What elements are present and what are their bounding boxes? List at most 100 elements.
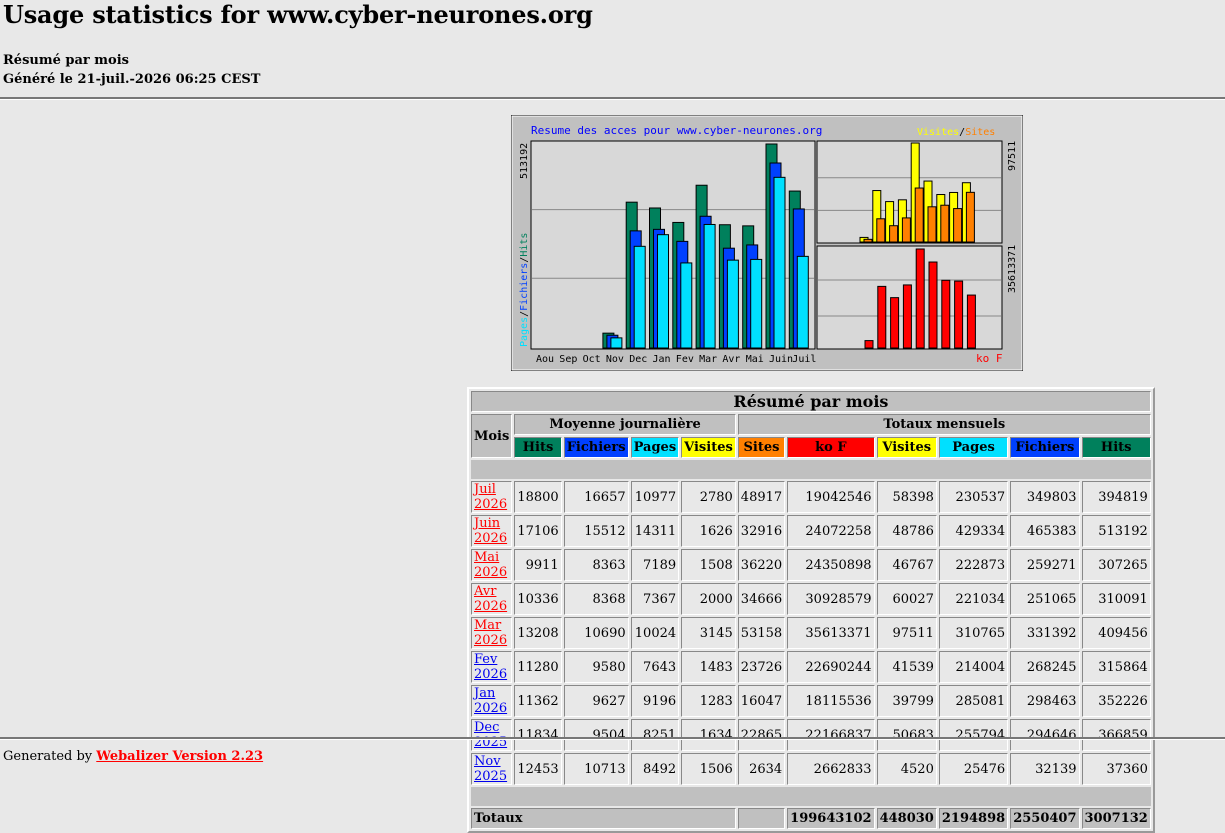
cell-fich: 268245 — [1010, 651, 1080, 683]
cell-d-vis: 1506 — [681, 753, 736, 785]
bar-kof-mar — [915, 248, 925, 349]
monthly-col-ko-f: ko F — [787, 437, 875, 458]
cell-d-pages: 14311 — [630, 515, 680, 547]
chart-svg: Resume des acces pour www.cyber-neurones… — [511, 115, 1023, 371]
month-link[interactable]: Dec 2025 — [474, 720, 507, 750]
monthly-col-fichiers: Fichiers — [1010, 437, 1080, 458]
bar-kof-mai — [941, 279, 951, 349]
table-body: Juil 2026 18800 16657 10977 2780 48917 1904254… — [471, 460, 1151, 806]
monthly-col-visites: Visites — [876, 437, 937, 458]
cell-d-vis: 2000 — [681, 583, 736, 615]
bar-kof-fev — [902, 284, 912, 349]
summary-table-container: Résumé par mois Mois Moyenne journalière… — [467, 387, 1155, 833]
monthly-summary-table: Résumé par mois Mois Moyenne journalière… — [467, 387, 1155, 833]
col-header-daily: Moyenne journalière — [514, 414, 736, 435]
bar-pages-dec — [633, 245, 646, 349]
bar-kof-dec — [877, 285, 887, 349]
x-label-oct: Oct — [583, 354, 601, 365]
cell-ko: 22166837 — [787, 719, 875, 751]
bar-pages-jan — [657, 234, 669, 349]
cell-d-hits: 11280 — [514, 651, 562, 683]
footer-prefix: Generated by — [3, 749, 97, 764]
cell-hits: 513192 — [1081, 515, 1151, 547]
bar-sites-jan — [889, 225, 899, 243]
month-link[interactable]: Mar 2026 — [474, 618, 507, 648]
table-row: Juin 2026 17106 15512 14311 1626 32916 2407225… — [471, 515, 1151, 547]
webalizer-link[interactable]: Webalizer Version 2.23 — [96, 749, 263, 764]
cell-d-vis: 1634 — [681, 719, 736, 751]
max-kof-label: 35613371 — [1007, 245, 1018, 293]
cell-ko: 30928579 — [787, 583, 875, 615]
row-spacer — [471, 460, 1151, 479]
bar-pages-juin — [773, 176, 786, 349]
page-subtitle: Résumé par mois — [3, 53, 129, 68]
bar-sites-juil — [965, 191, 975, 243]
cell-d-hits: 11362 — [514, 685, 562, 717]
cell-d-fich: 9580 — [563, 651, 629, 683]
cell-sites: 36220 — [737, 549, 786, 581]
sub-header-row: Hits Fichiers Pages Visites Sites ko F Visites… — [471, 437, 1151, 458]
cell-ko: 24350898 — [787, 549, 875, 581]
cell-hits: 310091 — [1081, 583, 1151, 615]
monthly-usage-chart: Resume des acces pour www.cyber-neurones… — [511, 115, 1023, 371]
cell-fich: 331392 — [1010, 617, 1080, 649]
daily-col-fichiers: Fichiers — [563, 437, 629, 458]
cell-d-pages: 7367 — [630, 583, 680, 615]
cell-hits: 409456 — [1081, 617, 1151, 649]
left-legend-text: Pages/Fichiers/Hits — [519, 233, 530, 347]
bar-kof-avr — [928, 261, 938, 349]
cell-fich: 298463 — [1010, 685, 1080, 717]
cell-fich: 251065 — [1010, 583, 1080, 615]
generated-date: Généré le 21-juil.-2026 06:25 CEST — [3, 72, 261, 87]
cell-sites: 53158 — [737, 617, 786, 649]
x-label-dec: Dec — [629, 354, 647, 365]
totals-hits: 3007132 — [1081, 808, 1151, 829]
page-title: Usage statistics for www.cyber-neurones.… — [3, 0, 593, 29]
cell-fich: 465383 — [1010, 515, 1080, 547]
cell-d-vis: 2780 — [681, 481, 736, 513]
row-spacer — [471, 787, 1151, 806]
month-link[interactable]: Jan 2026 — [474, 686, 507, 716]
cell-vis: 4520 — [876, 753, 937, 785]
kof-legend: ko F — [976, 352, 1003, 365]
cell-ko: 24072258 — [787, 515, 875, 547]
cell-hits: 37360 — [1081, 753, 1151, 785]
cell-hits: 366859 — [1081, 719, 1151, 751]
cell-d-fich: 10713 — [563, 753, 629, 785]
totals-files: 2550407 — [1010, 808, 1080, 829]
cell-d-vis: 1283 — [681, 685, 736, 717]
month-link[interactable]: Juin 2026 — [474, 516, 507, 546]
col-header-monthly: Totaux mensuels — [737, 414, 1151, 435]
table-row: Dec 2025 11834 9504 8251 1634 22865 22166837 50… — [471, 719, 1151, 751]
cell-vis: 97511 — [876, 617, 937, 649]
bar-kof-nov — [864, 340, 874, 349]
bar-kof-jan — [890, 297, 900, 349]
month-cell: Mar 2026 — [471, 617, 513, 649]
cell-d-fich: 9627 — [563, 685, 629, 717]
bar-sites-avr — [927, 206, 937, 243]
month-link[interactable]: Nov 2025 — [474, 754, 507, 784]
cell-pages: 310765 — [938, 617, 1009, 649]
monthly-col-pages: Pages — [938, 437, 1009, 458]
month-link[interactable]: Fev 2026 — [474, 652, 507, 682]
chart-title: Resume des acces pour www.cyber-neurones… — [531, 124, 822, 137]
cell-hits: 315864 — [1081, 651, 1151, 683]
cell-sites: 48917 — [737, 481, 786, 513]
cell-pages: 429334 — [938, 515, 1009, 547]
cell-d-hits: 13208 — [514, 617, 562, 649]
month-link[interactable]: Mai 2026 — [474, 550, 507, 580]
cell-fich: 349803 — [1010, 481, 1080, 513]
month-link[interactable]: Avr 2026 — [474, 584, 507, 614]
cell-fich: 294646 — [1010, 719, 1080, 751]
month-cell: Fev 2026 — [471, 651, 513, 683]
max-visits-label: 97511 — [1007, 141, 1018, 171]
cell-ko: 22690244 — [787, 651, 875, 683]
table-title: Résumé par mois — [471, 391, 1151, 412]
cell-pages: 255794 — [938, 719, 1009, 751]
cell-hits: 352226 — [1081, 685, 1151, 717]
totals-ko: 199643102 — [787, 808, 875, 829]
cell-vis: 60027 — [876, 583, 937, 615]
table-row: Mai 2026 9911 8363 7189 1508 36220 24350898 467… — [471, 549, 1151, 581]
month-link[interactable]: Juil 2026 — [474, 482, 507, 512]
x-label-jan: Jan — [653, 354, 671, 365]
